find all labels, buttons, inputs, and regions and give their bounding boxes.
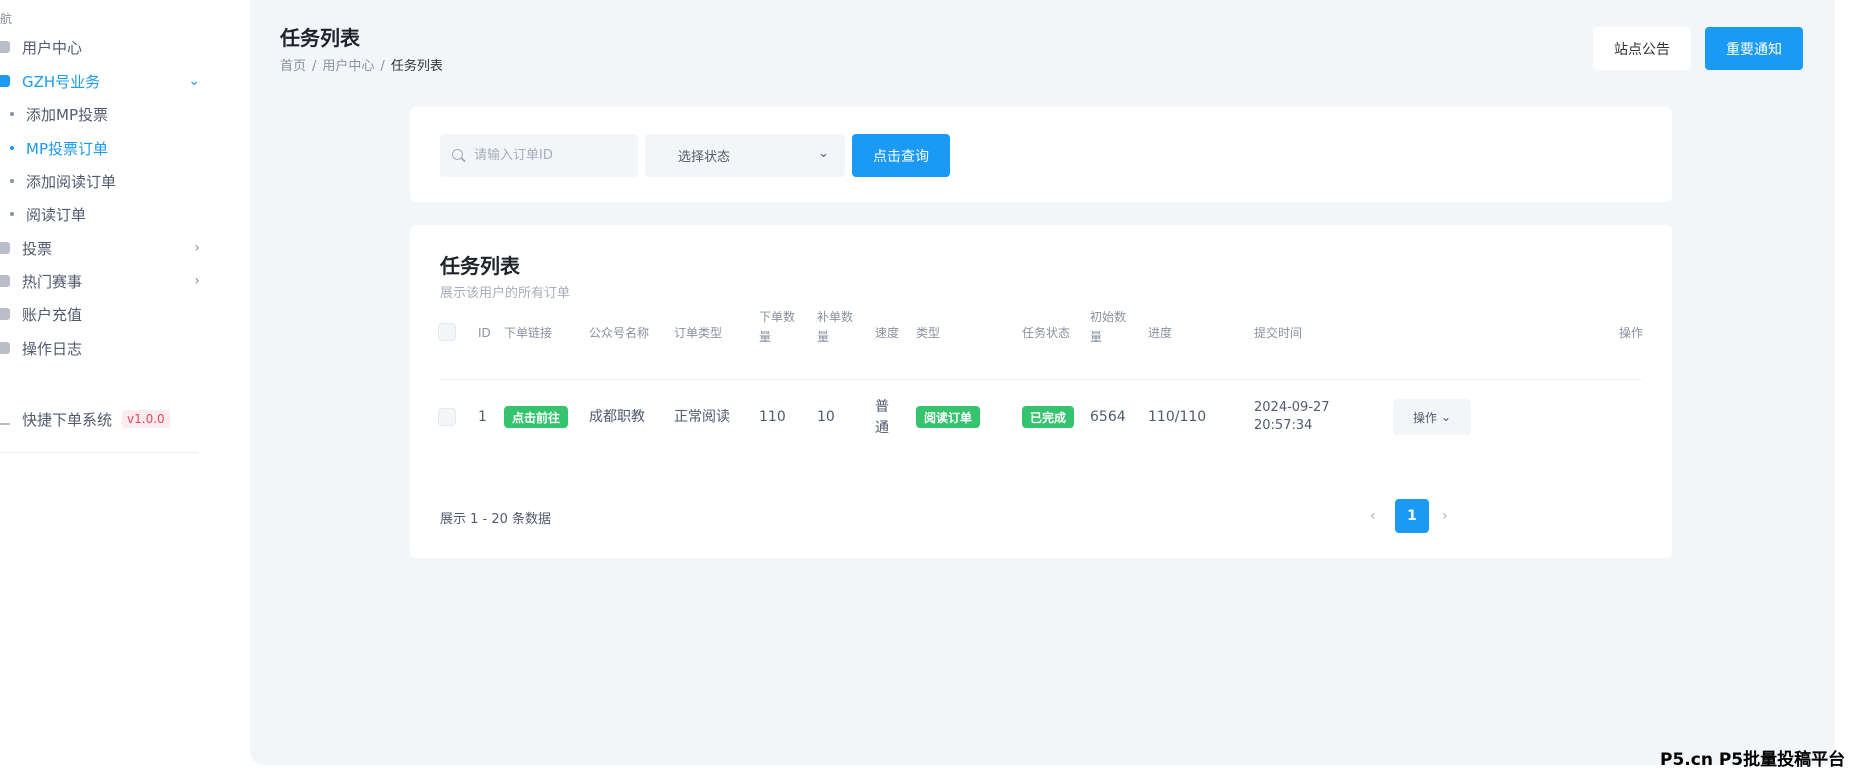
row-action-dropdown[interactable]: 操作 ⌄ [1393, 399, 1471, 435]
sidebar-item-quick-order-system[interactable]: 快捷下单系统 v1.0.0 [0, 401, 200, 437]
breadcrumb-user-center[interactable]: 用户中心 [322, 59, 374, 74]
sidebar-item-label: 快捷下单系统 [22, 410, 113, 429]
sidebar-item-gzh-business[interactable]: GZH号业务 ⌄ [0, 63, 200, 99]
page-title: 任务列表 [280, 26, 360, 50]
cell-time: 20:57:34 [1254, 418, 1313, 433]
user-icon [0, 41, 10, 53]
status-select-value: 选择状态 [678, 150, 731, 165]
filter-card: 选择状态 ⌄ 点击查询 [410, 107, 1672, 202]
sidebar-subitem-mp-vote-orders[interactable]: MP投票订单 [10, 130, 108, 166]
sidebar-item-recharge[interactable]: 账户充值 [0, 296, 200, 332]
task-list-card: 任务列表 展示该用户的所有订单 ID 下单链接 公众号名称 订单类型 下单数量 … [410, 225, 1672, 558]
cell-order-type: 正常阅读 [674, 409, 730, 425]
column-header-id: ID [478, 326, 491, 340]
select-all-checkbox[interactable] [438, 323, 456, 341]
bullet-icon [10, 146, 14, 150]
sidebar-divider [0, 452, 198, 453]
sidebar-subitem-label: 添加阅读订单 [26, 172, 117, 191]
column-header-speed: 速度 [875, 326, 900, 340]
cell-account: 成都职教 [589, 409, 645, 425]
sidebar-subitem-label: MP投票订单 [26, 139, 108, 158]
order-id-input[interactable] [474, 148, 634, 163]
open-link-tag[interactable]: 点击前往 [504, 406, 569, 428]
sidebar-item-vote[interactable]: 投票 › [0, 230, 200, 266]
cell-qty: 110 [759, 409, 786, 425]
important-notice-button[interactable]: 重要通知 [1705, 27, 1803, 70]
header-divider [440, 379, 1642, 380]
sidebar: 航 用户中心 GZH号业务 ⌄ 添加MP投票 MP投票订单 添加阅读订单 阅读订… [0, 0, 250, 773]
chevron-down-icon: ⌄ [188, 73, 200, 89]
sidebar-item-hot-events[interactable]: 热门赛事 › [0, 263, 200, 299]
sidebar-item-label: 用户中心 [22, 38, 83, 57]
search-box [440, 134, 638, 177]
status-select[interactable]: 选择状态 ⌄ [645, 134, 845, 177]
sidebar-item-operation-log[interactable]: 操作日志 [0, 330, 200, 366]
search-icon [452, 148, 466, 163]
system-icon [0, 423, 10, 425]
cell-initial: 6564 [1090, 409, 1126, 425]
sidebar-subitem-read-orders[interactable]: 阅读订单 [10, 196, 86, 232]
column-header-link: 下单链接 [504, 326, 553, 340]
cell-speed: 普通 [875, 399, 889, 436]
type-tag: 阅读订单 [916, 406, 981, 428]
pagination-info: 展示 1 - 20 条数据 [440, 512, 552, 527]
chevron-down-icon: ⌄ [1440, 410, 1452, 424]
next-page-icon[interactable]: › [1442, 508, 1448, 524]
bullet-icon [10, 212, 14, 216]
list-subtitle: 展示该用户的所有订单 [440, 286, 571, 301]
cell-extra: 10 [817, 409, 835, 425]
sidebar-item-label: 投票 [22, 239, 53, 258]
prev-page-icon[interactable]: ‹ [1370, 508, 1376, 524]
sidebar-item-label: 热门赛事 [22, 272, 83, 291]
column-header-progress: 进度 [1148, 326, 1173, 340]
sidebar-item-label: GZH号业务 [22, 72, 101, 91]
cell-progress: 110/110 [1148, 409, 1207, 425]
query-button[interactable]: 点击查询 [852, 134, 950, 177]
column-header-qty: 下单数量 [759, 310, 796, 344]
status-badge: 已完成 [1022, 406, 1075, 428]
main-content: 任务列表 首页/用户中心/任务列表 站点公告 重要通知 选择状态 ⌄ 点击查询 … [250, 0, 1835, 765]
list-title: 任务列表 [440, 254, 520, 278]
sidebar-item-label: 操作日志 [22, 339, 83, 358]
action-label: 操作 [1412, 410, 1437, 425]
page-button-current[interactable]: 1 [1395, 499, 1429, 533]
column-header-action: 操作 [1619, 326, 1644, 340]
column-header-status: 任务状态 [1022, 326, 1071, 340]
breadcrumb-home[interactable]: 首页 [280, 59, 306, 74]
column-header-type: 类型 [916, 326, 941, 340]
sidebar-subitem-label: 阅读订单 [26, 205, 87, 224]
watermark: P5.cn P5批量投稿平台 [1660, 750, 1846, 770]
column-header-extra: 补单数量 [817, 310, 854, 344]
column-header-account: 公众号名称 [589, 326, 650, 340]
sidebar-subitem-add-read-order[interactable]: 添加阅读订单 [10, 163, 116, 199]
site-notice-button[interactable]: 站点公告 [1593, 27, 1691, 70]
sidebar-item-label: 账户充值 [22, 305, 83, 324]
vote-icon [0, 242, 10, 254]
chevron-right-icon: › [194, 240, 200, 256]
sidebar-heading: 航 [0, 12, 13, 26]
wallet-icon [0, 308, 10, 320]
row-checkbox[interactable] [438, 408, 456, 426]
chevron-down-icon: ⌄ [818, 146, 829, 161]
cell-id: 1 [478, 409, 487, 425]
sidebar-item-user-center[interactable]: 用户中心 [0, 29, 200, 65]
log-icon [0, 342, 10, 354]
chevron-right-icon: › [194, 273, 200, 289]
trophy-icon [0, 275, 10, 287]
sidebar-subitem-add-mp-vote[interactable]: 添加MP投票 [10, 96, 108, 132]
bullet-icon [10, 112, 14, 116]
version-badge: v1.0.0 [122, 410, 170, 428]
business-icon [0, 75, 10, 87]
bullet-icon [10, 179, 14, 183]
column-header-time: 提交时间 [1254, 326, 1303, 340]
column-header-order-type: 订单类型 [674, 326, 723, 340]
breadcrumb-current: 任务列表 [390, 59, 443, 74]
breadcrumb: 首页 / 用户中心 / 任务列表 [280, 59, 443, 74]
column-header-initial: 初始数量 [1090, 310, 1127, 344]
sidebar-subitem-label: 添加MP投票 [26, 105, 108, 124]
